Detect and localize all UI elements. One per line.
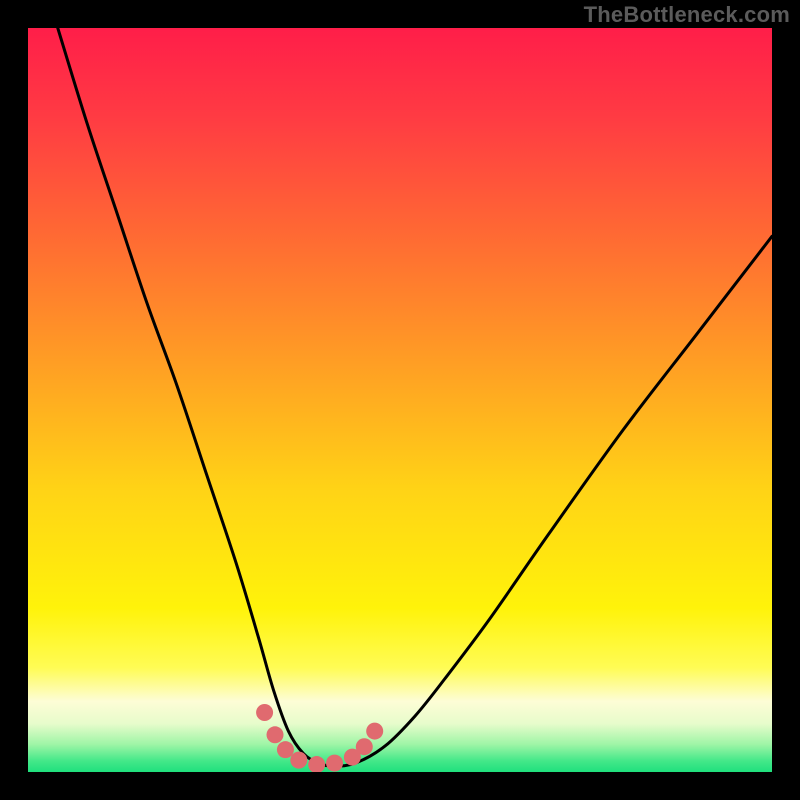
highlight-dot <box>290 752 307 769</box>
chart-frame: TheBottleneck.com <box>0 0 800 800</box>
plot-area <box>28 28 772 772</box>
highlight-dot <box>326 755 343 772</box>
highlight-dot <box>267 726 284 743</box>
highlight-dot <box>277 741 294 758</box>
highlight-dot <box>366 723 383 740</box>
highlight-dot <box>256 704 273 721</box>
attribution-label: TheBottleneck.com <box>584 2 790 28</box>
highlight-dot <box>356 738 373 755</box>
bottleneck-curve <box>28 28 772 772</box>
